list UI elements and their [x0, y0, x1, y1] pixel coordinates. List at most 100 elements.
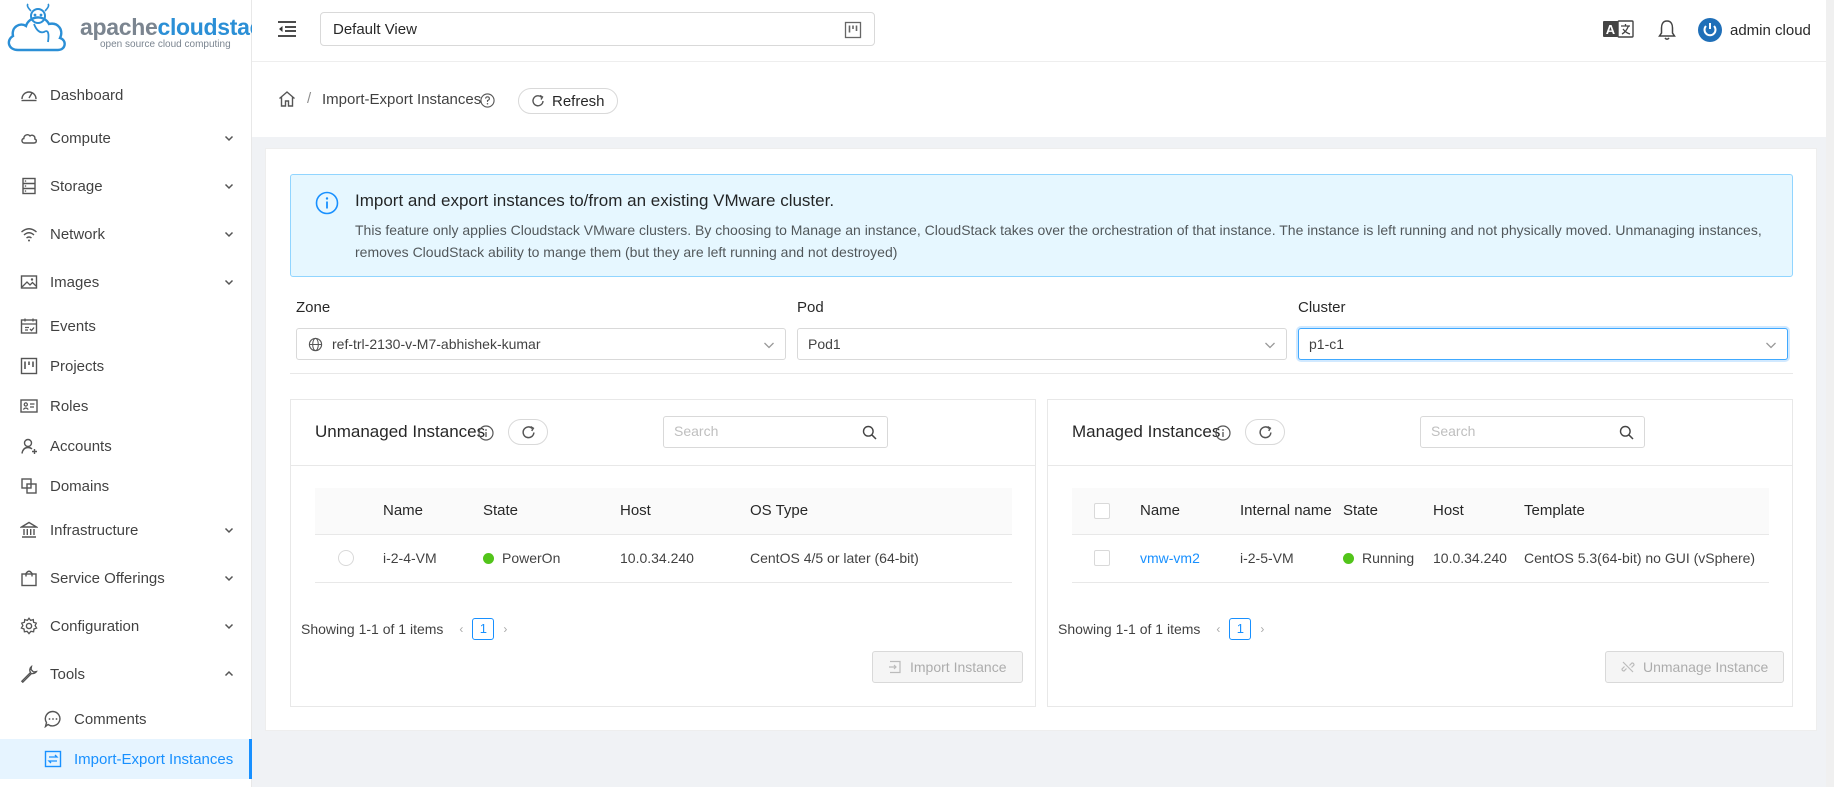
home-icon[interactable]: [278, 90, 296, 108]
global-icon: [308, 337, 323, 352]
sidebar-item-roles[interactable]: Roles: [0, 386, 252, 426]
breadcrumb: / Import-Export Instances Refresh: [252, 62, 1834, 137]
sidebar-item-label: Import-Export Instances: [74, 750, 234, 768]
unmanage-instance-label: Unmanage Instance: [1643, 659, 1769, 675]
column-header[interactable]: OS Type: [750, 502, 808, 519]
status-dot: [1343, 553, 1354, 564]
sidebar-item-comments[interactable]: Comments: [0, 699, 252, 739]
info-alert: Import and export instances to/from an e…: [290, 174, 1793, 277]
unmanaged-title: Unmanaged Instances: [315, 422, 486, 441]
sidebar-item-label: Comments: [74, 710, 147, 728]
table-row[interactable]: i-2-4-VM PowerOn 10.0.34.240 CentOS 4/5 …: [315, 535, 1012, 583]
sidebar-item-label: Projects: [50, 357, 105, 375]
menu-fold-icon[interactable]: [276, 19, 298, 39]
search-icon[interactable]: [1619, 425, 1634, 440]
sidebar-item-label: Domains: [50, 477, 110, 495]
cloudstack-logo[interactable]: apachecloudstack open source cloud compu…: [4, 2, 275, 60]
column-header[interactable]: Name: [1140, 502, 1180, 519]
status-dot: [483, 553, 494, 564]
prev-page-icon[interactable]: ‹: [459, 622, 463, 636]
prev-page-icon[interactable]: ‹: [1216, 622, 1220, 636]
cell-host: 10.0.34.240: [1433, 550, 1507, 566]
chevron-down-icon: [764, 342, 774, 349]
info-circle-icon[interactable]: [1215, 425, 1231, 441]
bank-icon: [20, 521, 38, 538]
column-header[interactable]: Name: [383, 502, 423, 519]
sidebar-item-configuration[interactable]: Configuration: [0, 606, 252, 646]
sidebar-item-infrastructure[interactable]: Infrastructure: [0, 510, 252, 550]
sidebar-item-projects[interactable]: Projects: [0, 346, 252, 386]
next-page-icon[interactable]: ›: [1260, 622, 1264, 636]
column-header[interactable]: Host: [1433, 502, 1464, 519]
user-menu[interactable]: admin cloud: [1698, 17, 1811, 43]
column-header[interactable]: Internal name: [1240, 502, 1332, 519]
sidebar-item-network[interactable]: Network: [0, 214, 252, 254]
sidebar-item-label: Tools: [50, 665, 86, 683]
sidebar-item-events[interactable]: Events: [0, 306, 252, 346]
row-select-checkbox[interactable]: [1094, 550, 1110, 566]
user-name: admin cloud: [1730, 21, 1811, 39]
bell-icon[interactable]: [1657, 19, 1677, 41]
cloud-monkey-logo-icon: [7, 3, 66, 52]
translation-icon[interactable]: A: [1602, 19, 1634, 39]
page-scrollbar[interactable]: [1826, 0, 1834, 787]
sidebar-item-label: Network: [50, 225, 106, 243]
zone-select[interactable]: ref-trl-2130-v-M7-abhishek-kumar: [296, 328, 786, 360]
managed-search-input[interactable]: [1431, 423, 1611, 439]
sidebar-item-label: Configuration: [50, 617, 140, 635]
schedule-icon: [20, 318, 38, 334]
unmanaged-refresh-button[interactable]: [508, 419, 548, 445]
sidebar-item-import-export-instances[interactable]: Import-Export Instances: [0, 739, 252, 779]
info-circle-icon[interactable]: [478, 425, 494, 441]
sidebar-item-tools[interactable]: Tools: [0, 654, 252, 694]
column-header[interactable]: Template: [1524, 502, 1585, 519]
row-select-radio[interactable]: [338, 550, 354, 566]
table-row[interactable]: vmw-vm2 i-2-5-VM Running 10.0.34.240 Cen…: [1072, 535, 1769, 583]
wifi-icon: [21, 228, 37, 242]
sidebar-item-compute[interactable]: Compute: [0, 118, 252, 158]
sidebar-item-label: Service Offerings: [50, 569, 165, 587]
unmanaged-search-input[interactable]: [674, 423, 854, 439]
project-icon: [844, 21, 862, 39]
unmanage-instance-button[interactable]: Unmanage Instance: [1605, 651, 1785, 683]
managed-search[interactable]: [1420, 416, 1645, 448]
chevron-down-icon: [224, 231, 234, 238]
cell-template: CentOS 5.3(64-bit) no GUI (vSphere): [1524, 550, 1756, 566]
pagination-total: Showing 1-1 of 1 items: [1058, 621, 1201, 637]
sidebar-item-images[interactable]: Images: [0, 262, 252, 302]
sidebar-item-label: Images: [50, 273, 100, 291]
cluster-select[interactable]: p1-c1: [1298, 328, 1788, 360]
refresh-button[interactable]: Refresh: [518, 88, 618, 114]
pod-label: Pod: [797, 299, 824, 316]
sidebar-item-dashboard[interactable]: Dashboard: [0, 75, 252, 115]
sidebar-item-storage[interactable]: Storage: [0, 166, 252, 206]
page-number[interactable]: 1: [1229, 618, 1252, 640]
view-select[interactable]: Default View: [320, 12, 875, 46]
managed-refresh-button[interactable]: [1245, 419, 1285, 445]
column-header[interactable]: Host: [620, 502, 651, 519]
sidebar-item-label: Accounts: [50, 437, 112, 455]
next-page-icon[interactable]: ›: [503, 622, 507, 636]
alert-description: This feature only applies Cloudstack VMw…: [355, 222, 1762, 260]
search-icon[interactable]: [862, 425, 877, 440]
sidebar-item-domains[interactable]: Domains: [0, 466, 252, 506]
select-all-checkbox[interactable]: [1094, 503, 1110, 519]
question-circle-icon[interactable]: [480, 93, 495, 108]
unmanaged-search[interactable]: [663, 416, 888, 448]
column-header[interactable]: State: [483, 502, 518, 519]
team-icon: [21, 438, 37, 454]
unmanaged-pagination: Showing 1-1 of 1 items ‹ 1 ›: [301, 618, 516, 640]
pod-select[interactable]: Pod1: [797, 328, 1287, 360]
breadcrumb-separator: /: [307, 90, 312, 107]
cluster-value: p1-c1: [1309, 336, 1345, 352]
chevron-down-icon: [224, 527, 234, 534]
column-header[interactable]: State: [1343, 502, 1378, 519]
sidebar-item-label: Infrastructure: [50, 521, 139, 539]
instance-link[interactable]: vmw-vm2: [1140, 550, 1200, 566]
cell-internal-name: i-2-5-VM: [1240, 550, 1294, 566]
database-icon: [22, 177, 36, 195]
import-instance-button[interactable]: Import Instance: [872, 651, 1023, 683]
sidebar-item-service-offerings[interactable]: Service Offerings: [0, 558, 252, 598]
page-number[interactable]: 1: [472, 618, 495, 640]
sidebar-item-accounts[interactable]: Accounts: [0, 426, 252, 466]
